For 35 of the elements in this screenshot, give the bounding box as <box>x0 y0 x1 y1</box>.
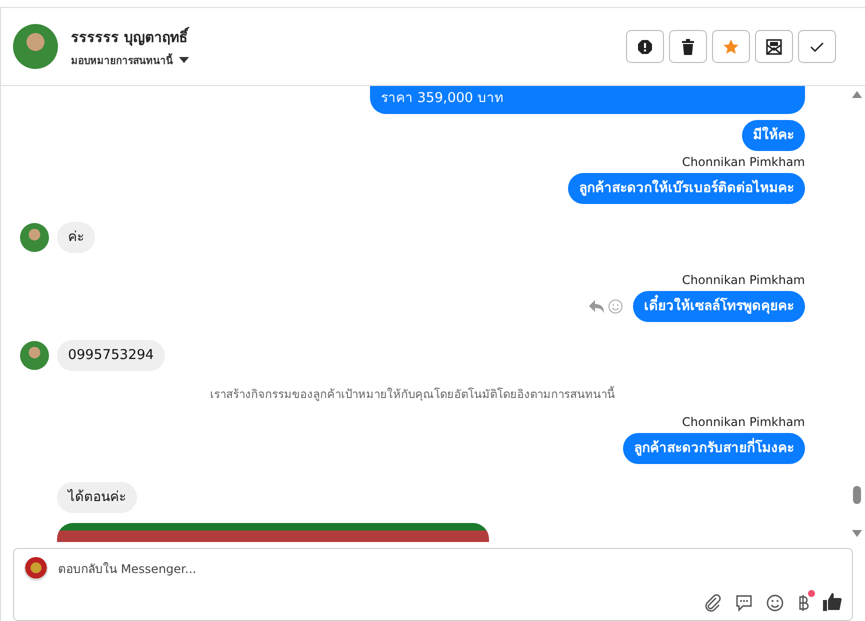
smiley-icon[interactable] <box>766 594 784 612</box>
sent-message: ลูกค้าสะดวกให้เบ๊รเบอร์ติดต่อไหมคะ <box>568 173 805 204</box>
delete-button[interactable] <box>669 30 707 63</box>
sender-name: Chonnikan Pimkham <box>681 155 805 169</box>
scrollbar-thumb[interactable] <box>852 486 860 504</box>
sender-name: Chonnikan Pimkham <box>681 415 805 429</box>
received-message: 0995753294 <box>57 340 165 371</box>
contact-name: รรรรรร บุญตาฤทธิ์ <box>71 26 189 48</box>
done-button[interactable] <box>798 30 836 63</box>
caret-icon[interactable] <box>179 56 189 64</box>
sent-message: มีให้คะ <box>742 120 805 151</box>
received-message: ได้ตอนค่ะ <box>57 482 137 513</box>
envelope-icon <box>766 38 782 54</box>
system-notice: เราสร้างกิจกรรมของลูกค้าเป้าหมายให้กับคุณโดยอัตโนมัติโดยอิงตามการสนทนานี้ <box>209 385 616 403</box>
sent-message: ราคา 359,000 บาท <box>370 86 805 114</box>
scroll-down-icon[interactable] <box>852 530 862 538</box>
thumbs-up-icon[interactable] <box>822 592 842 612</box>
reply-arrow-icon[interactable] <box>589 300 604 313</box>
paperclip-icon[interactable] <box>704 594 722 612</box>
sent-message: ลูกค้าสะดวกรับสายกี่โมงคะ <box>623 433 805 464</box>
sender-name: Chonnikan Pimkham <box>681 273 805 287</box>
trash-icon <box>681 38 695 54</box>
star-icon <box>723 38 739 54</box>
alert-icon <box>637 38 653 54</box>
user-avatar <box>24 557 48 581</box>
unread-button[interactable] <box>755 30 793 63</box>
currency-icon[interactable] <box>797 594 809 612</box>
report-button[interactable] <box>626 30 664 63</box>
speech-bubble-icon[interactable] <box>735 594 753 612</box>
star-button[interactable] <box>712 30 750 63</box>
scroll-up-icon[interactable] <box>852 90 862 98</box>
sent-message: เดี๋ยวให้เซลล์โทรพูดคุยคะ <box>633 291 805 322</box>
received-message: ค่ะ <box>57 222 95 253</box>
contact-avatar <box>13 24 58 69</box>
assign-label[interactable]: มอบหมายการสนทนานี้ <box>71 52 173 68</box>
